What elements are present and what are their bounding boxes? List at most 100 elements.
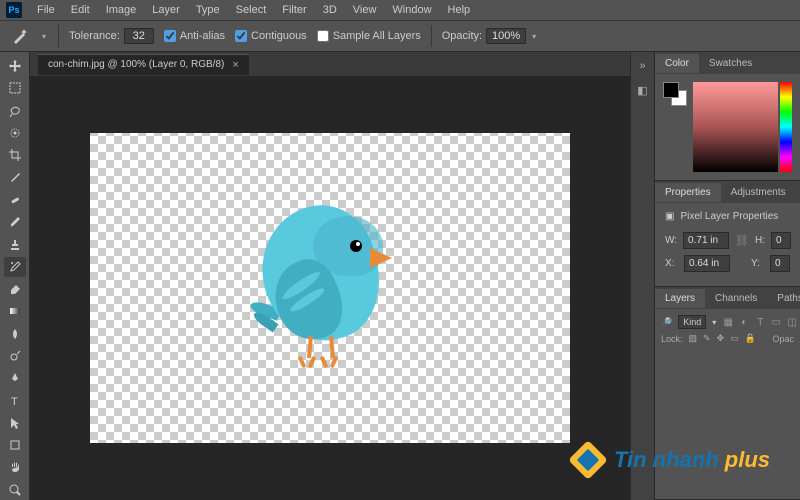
- pixel-layer-heading: ▣ Pixel Layer Properties: [665, 211, 790, 222]
- expand-icon[interactable]: »: [635, 58, 651, 74]
- eraser-tool[interactable]: [4, 279, 26, 299]
- tab-swatches[interactable]: Swatches: [699, 54, 762, 73]
- hand-tool[interactable]: [4, 457, 26, 477]
- options-bar: ▾ Tolerance: Anti-alias Contiguous Sampl…: [0, 20, 800, 52]
- layer-filters: ▦ ◐ T ▭ ◫: [722, 316, 798, 328]
- type-tool[interactable]: T: [4, 390, 26, 410]
- path-select-tool[interactable]: [4, 413, 26, 433]
- tab-adjustments[interactable]: Adjustments: [721, 183, 796, 202]
- opacity-dropdown[interactable]: ▾: [530, 32, 538, 41]
- menubar: Ps File Edit Image Layer Type Select Fil…: [0, 0, 800, 20]
- sample-all-checkbox[interactable]: Sample All Layers: [317, 30, 421, 42]
- lock-all-icon[interactable]: 🔒: [745, 333, 756, 344]
- sample-all-input[interactable]: [317, 30, 329, 42]
- eyedropper-tool[interactable]: [4, 167, 26, 187]
- color-picker-field[interactable]: [693, 82, 778, 172]
- zoom-tool[interactable]: [4, 480, 26, 500]
- tab-color[interactable]: Color: [655, 54, 699, 73]
- blur-tool[interactable]: [4, 324, 26, 344]
- marquee-tool[interactable]: [4, 78, 26, 98]
- width-input[interactable]: [683, 232, 729, 249]
- foreground-color[interactable]: [663, 82, 679, 98]
- menu-filter[interactable]: Filter: [275, 2, 313, 18]
- y-input[interactable]: [770, 255, 790, 272]
- right-panels: » ◧ Color Swatches: [630, 52, 800, 500]
- lock-artboard-icon[interactable]: ▭: [730, 333, 739, 344]
- menu-view[interactable]: View: [346, 2, 384, 18]
- bird-artwork: [258, 206, 403, 381]
- menu-file[interactable]: File: [30, 2, 62, 18]
- lock-transparency-icon[interactable]: ▨: [689, 333, 698, 344]
- tool-preset-dropdown[interactable]: ▾: [40, 32, 48, 41]
- color-panel-body: [655, 74, 800, 180]
- chevron-down-icon[interactable]: ▾: [712, 318, 716, 327]
- document-area: con-chim.jpg @ 100% (Layer 0, RGB/8) ×: [30, 52, 630, 500]
- search-icon[interactable]: 🔎: [661, 317, 672, 328]
- hue-slider[interactable]: [780, 82, 792, 172]
- svg-text:T: T: [11, 396, 18, 408]
- pen-tool[interactable]: [4, 368, 26, 388]
- menu-type[interactable]: Type: [189, 2, 227, 18]
- separator: [58, 25, 59, 47]
- menu-layer[interactable]: Layer: [145, 2, 187, 18]
- workspace: T con-chim.jpg @ 100% (Layer 0, RGB/8) ×: [0, 52, 800, 500]
- properties-panel: Properties Adjustments ▣ Pixel Layer Pro…: [655, 181, 800, 287]
- filter-shape-icon[interactable]: ▭: [770, 316, 782, 328]
- tolerance-label: Tolerance:: [69, 30, 120, 42]
- filter-smart-icon[interactable]: ◫: [786, 316, 798, 328]
- menu-edit[interactable]: Edit: [64, 2, 97, 18]
- link-icon[interactable]: ⛓: [735, 234, 749, 247]
- tab-layers[interactable]: Layers: [655, 289, 705, 308]
- layers-panel-tabs: Layers Channels Paths: [655, 287, 800, 309]
- magic-wand-icon[interactable]: [10, 26, 30, 46]
- opacity-field: Opacity: ▾: [442, 28, 538, 44]
- gradient-tool[interactable]: [4, 301, 26, 321]
- anti-alias-label: Anti-alias: [180, 30, 225, 42]
- collapsed-panel-strip: » ◧: [630, 52, 654, 500]
- filter-pixel-icon[interactable]: ▦: [722, 316, 734, 328]
- menu-select[interactable]: Select: [229, 2, 274, 18]
- document-tab[interactable]: con-chim.jpg @ 100% (Layer 0, RGB/8) ×: [38, 54, 249, 75]
- sample-all-label: Sample All Layers: [333, 30, 421, 42]
- anti-alias-checkbox[interactable]: Anti-alias: [164, 30, 225, 42]
- lasso-tool[interactable]: [4, 101, 26, 121]
- x-input[interactable]: [684, 255, 730, 272]
- document-tabbar: con-chim.jpg @ 100% (Layer 0, RGB/8) ×: [30, 52, 630, 76]
- height-label: H:: [755, 235, 765, 246]
- height-input[interactable]: [771, 232, 791, 249]
- filter-type-icon[interactable]: T: [754, 316, 766, 328]
- lock-position-icon[interactable]: ✥: [717, 333, 725, 344]
- close-icon[interactable]: ×: [232, 59, 238, 71]
- opacity-input[interactable]: [486, 28, 526, 44]
- contiguous-input[interactable]: [235, 30, 247, 42]
- move-tool[interactable]: [4, 56, 26, 76]
- filter-adjust-icon[interactable]: ◐: [738, 316, 750, 328]
- brush-tool[interactable]: [4, 212, 26, 232]
- quick-select-tool[interactable]: [4, 123, 26, 143]
- menu-image[interactable]: Image: [99, 2, 144, 18]
- canvas-viewport[interactable]: [30, 76, 630, 500]
- foreground-background-swatch[interactable]: [663, 82, 687, 106]
- menu-help[interactable]: Help: [441, 2, 478, 18]
- separator: [431, 25, 432, 47]
- shape-tool[interactable]: [4, 435, 26, 455]
- kind-filter[interactable]: Kind: [678, 315, 706, 329]
- dodge-tool[interactable]: [4, 346, 26, 366]
- contiguous-label: Contiguous: [251, 30, 307, 42]
- tab-paths[interactable]: Paths: [767, 289, 800, 308]
- tolerance-input[interactable]: [124, 28, 154, 44]
- tab-properties[interactable]: Properties: [655, 183, 721, 202]
- crop-tool[interactable]: [4, 145, 26, 165]
- lock-brush-icon[interactable]: ✎: [703, 333, 711, 344]
- canvas[interactable]: [90, 133, 570, 443]
- panel-icon[interactable]: ◧: [635, 82, 651, 98]
- healing-tool[interactable]: [4, 190, 26, 210]
- menu-window[interactable]: Window: [385, 2, 438, 18]
- anti-alias-input[interactable]: [164, 30, 176, 42]
- history-brush-tool[interactable]: [4, 257, 26, 277]
- menu-3d[interactable]: 3D: [316, 2, 344, 18]
- lock-label: Lock:: [661, 334, 683, 344]
- contiguous-checkbox[interactable]: Contiguous: [235, 30, 307, 42]
- tab-channels[interactable]: Channels: [705, 289, 767, 308]
- stamp-tool[interactable]: [4, 234, 26, 254]
